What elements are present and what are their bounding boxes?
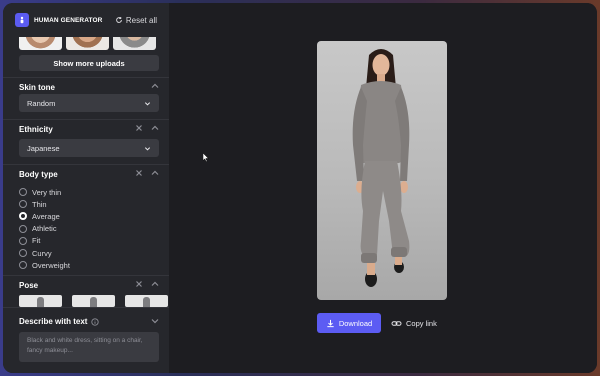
divider xyxy=(3,275,169,276)
body-type-option[interactable]: Athletic xyxy=(19,223,70,235)
chevron-up-icon[interactable] xyxy=(151,280,159,288)
chevron-up-icon[interactable] xyxy=(151,82,159,90)
chevron-down-icon xyxy=(144,146,151,151)
app-window: HUMAN GENERATOR Reset all Show more uplo… xyxy=(3,3,597,373)
skin-tone-controls xyxy=(151,82,159,90)
radio-button-selected[interactable] xyxy=(19,212,27,221)
body-type-option[interactable]: Curvy xyxy=(19,247,70,259)
describe-title: Describe with text xyxy=(19,317,100,326)
link-icon xyxy=(391,320,402,326)
ethnicity-title: Ethnicity xyxy=(19,125,53,134)
describe-panel: Describe with text Black and white dress… xyxy=(3,307,169,373)
skin-tone-select[interactable]: Random xyxy=(19,94,159,112)
option-label: Fit xyxy=(32,236,41,246)
pose-controls xyxy=(135,280,159,288)
mouse-cursor-icon xyxy=(203,153,209,162)
pose-option[interactable] xyxy=(19,295,62,307)
chevron-up-icon[interactable] xyxy=(151,124,159,132)
top-bar: HUMAN GENERATOR Reset all xyxy=(3,3,169,37)
ethnicity-value: Japanese xyxy=(27,143,60,153)
radio-button[interactable] xyxy=(19,236,27,245)
chevron-up-icon[interactable] xyxy=(151,169,159,177)
download-label: Download xyxy=(338,318,373,328)
pose-option[interactable] xyxy=(125,295,168,307)
body-type-option[interactable]: Thin xyxy=(19,198,70,210)
radio-button[interactable] xyxy=(19,188,27,197)
pose-options xyxy=(19,295,168,307)
divider xyxy=(3,119,169,120)
copy-link-button[interactable]: Copy link xyxy=(391,313,437,333)
radio-button[interactable] xyxy=(19,261,27,270)
body-type-option[interactable]: Very thin xyxy=(19,186,70,198)
option-label: Curvy xyxy=(32,248,52,258)
option-label: Athletic xyxy=(32,224,57,234)
refresh-icon xyxy=(116,16,122,23)
pose-option[interactable] xyxy=(72,295,115,307)
describe-textarea[interactable]: Black and white dress, sitting on a chai… xyxy=(19,332,159,362)
radio-button[interactable] xyxy=(19,224,27,233)
person-figure xyxy=(352,49,410,287)
ethnicity-controls xyxy=(135,124,159,132)
body-type-options: Very thin Thin Average Athletic Fit Curv… xyxy=(19,186,70,271)
chevron-down-icon xyxy=(144,101,151,106)
skin-tone-value: Random xyxy=(27,98,56,108)
describe-controls xyxy=(151,317,159,325)
sidebar: HUMAN GENERATOR Reset all Show more uplo… xyxy=(3,3,169,373)
radio-button[interactable] xyxy=(19,200,27,209)
ethnicity-select[interactable]: Japanese xyxy=(19,139,159,157)
option-label: Overweight xyxy=(32,260,70,270)
body-type-title: Body type xyxy=(19,170,58,179)
skin-tone-title: Skin tone xyxy=(19,83,56,92)
brand-name: HUMAN GENERATOR xyxy=(34,16,103,24)
pose-title: Pose xyxy=(19,281,39,290)
close-icon[interactable] xyxy=(135,280,143,288)
radio-button[interactable] xyxy=(19,249,27,258)
download-button[interactable]: Download xyxy=(317,313,381,333)
show-more-uploads-button[interactable]: Show more uploads xyxy=(19,55,159,71)
reset-all-button[interactable]: Reset all xyxy=(115,16,157,25)
reset-all-label: Reset all xyxy=(125,15,157,25)
body-type-option[interactable]: Average xyxy=(19,210,70,222)
body-type-option[interactable]: Overweight xyxy=(19,259,70,271)
download-icon xyxy=(327,319,334,327)
option-label: Thin xyxy=(32,199,47,209)
option-label: Average xyxy=(32,211,60,221)
body-type-option[interactable]: Fit xyxy=(19,235,70,247)
describe-title-text: Describe with text xyxy=(19,317,88,326)
body-type-controls xyxy=(135,169,159,177)
main-area: Download Copy link xyxy=(169,3,597,373)
divider xyxy=(3,164,169,165)
generated-image xyxy=(317,41,447,300)
chevron-down-icon[interactable] xyxy=(151,317,159,325)
option-label: Very thin xyxy=(32,187,62,197)
close-icon[interactable] xyxy=(135,124,143,132)
divider xyxy=(3,77,169,78)
close-icon[interactable] xyxy=(135,169,143,177)
info-icon[interactable] xyxy=(91,317,100,326)
logo-icon xyxy=(15,13,29,27)
copy-link-label: Copy link xyxy=(406,318,437,328)
